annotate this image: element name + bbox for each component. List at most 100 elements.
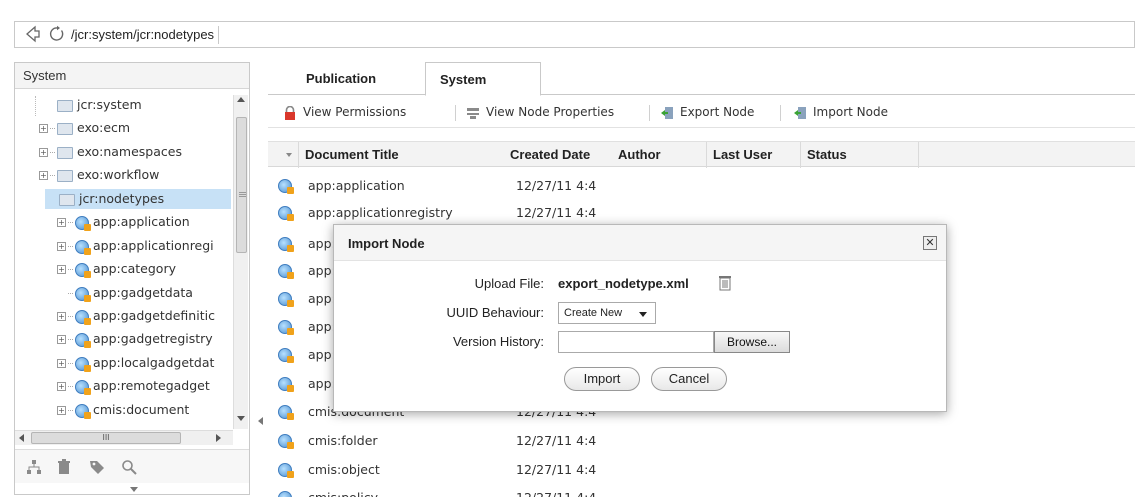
tree-node[interactable]: + app:gadgetregistry bbox=[57, 329, 213, 349]
nodetype-icon bbox=[278, 179, 294, 194]
upload-file-label: Upload File: bbox=[474, 276, 544, 291]
nodetype-icon bbox=[278, 405, 294, 420]
tree-node-selected[interactable]: jcr:nodetypes bbox=[45, 189, 231, 209]
scrollbar-thumb[interactable]: III bbox=[31, 432, 181, 444]
tree-node[interactable]: + app:localgadgetdat bbox=[57, 353, 214, 373]
expand-icon[interactable]: + bbox=[57, 312, 66, 321]
tree-node[interactable]: app:gadgetdata bbox=[57, 283, 193, 303]
uuid-behaviour-select[interactable]: Create New bbox=[558, 302, 656, 324]
sidebar-title: System bbox=[15, 63, 249, 89]
expand-icon[interactable]: + bbox=[39, 148, 48, 157]
nodetype-icon bbox=[278, 491, 292, 497]
address-bar: /jcr:system/jcr:nodetypes bbox=[14, 21, 1135, 48]
close-icon[interactable]: ✕ bbox=[923, 236, 937, 250]
folder-icon bbox=[57, 169, 73, 182]
sitemap-icon[interactable] bbox=[26, 459, 42, 475]
view-permissions-button[interactable]: View Permissions bbox=[283, 103, 406, 121]
upload-file-row: Upload File: export_nodetype.xml bbox=[334, 273, 948, 295]
nodetype-icon bbox=[75, 332, 91, 348]
address-path[interactable]: /jcr:system/jcr:nodetypes bbox=[71, 26, 220, 44]
tree-horizontal-scrollbar[interactable]: III bbox=[15, 430, 233, 445]
scroll-right-icon[interactable] bbox=[216, 434, 221, 442]
collapse-toolbar-icon[interactable] bbox=[130, 487, 138, 492]
tree-node[interactable]: + exo:namespaces bbox=[39, 142, 182, 162]
tree-node[interactable]: + app:category bbox=[57, 259, 176, 279]
scrollbar-thumb[interactable] bbox=[236, 117, 247, 253]
expand-icon[interactable]: + bbox=[57, 218, 66, 227]
tree-node[interactable]: + exo:ecm bbox=[39, 118, 130, 138]
sort-icon[interactable] bbox=[286, 153, 292, 157]
tree-node[interactable]: + app:remotegadget bbox=[57, 376, 210, 396]
collapse-sidebar-icon[interactable] bbox=[258, 417, 263, 425]
expand-icon[interactable]: + bbox=[57, 406, 66, 415]
nodetype-icon bbox=[278, 292, 294, 307]
table-row[interactable]: cmis:folder 12/27/11 4:4 bbox=[268, 429, 1135, 453]
column-header-last-user[interactable]: Last User bbox=[706, 142, 800, 168]
tree-node[interactable]: + app:applicationregi bbox=[57, 236, 214, 256]
tree-node[interactable]: + app:gadgetdefinitic bbox=[57, 306, 215, 326]
tree-node[interactable]: + app:application bbox=[57, 212, 190, 232]
table-row[interactable]: cmis:policy12/27/11 4:4 bbox=[268, 486, 1135, 497]
tag-icon[interactable] bbox=[89, 459, 105, 475]
nodetype-icon bbox=[278, 463, 294, 478]
action-label: View Node Properties bbox=[486, 105, 615, 119]
grid-header: Document Title Created Date Author Last … bbox=[268, 141, 1135, 168]
column-header-status[interactable]: Status bbox=[800, 142, 918, 168]
sidebar: System jcr:system + exo:ecm + exo:namespac… bbox=[14, 62, 250, 495]
search-icon[interactable] bbox=[121, 459, 137, 475]
expand-icon[interactable]: + bbox=[39, 124, 48, 133]
import-icon bbox=[794, 106, 806, 119]
version-history-input[interactable] bbox=[558, 331, 714, 353]
version-history-row: Version History: Browse... bbox=[334, 331, 948, 353]
scroll-down-icon[interactable] bbox=[237, 416, 245, 421]
column-header-created[interactable]: Created Date bbox=[504, 142, 612, 168]
tree-node-label: app:gadgetdata bbox=[93, 285, 193, 300]
column-header-title[interactable]: Document Title bbox=[298, 142, 504, 168]
refresh-icon[interactable] bbox=[48, 25, 66, 43]
tree-node-label: app:category bbox=[93, 261, 176, 276]
back-arrow-icon[interactable] bbox=[23, 25, 41, 43]
column-header-author[interactable]: Author bbox=[612, 142, 706, 168]
expand-icon[interactable]: + bbox=[39, 171, 48, 180]
tab-publication[interactable]: Publication bbox=[292, 62, 390, 95]
export-node-button[interactable]: Export Node bbox=[660, 103, 754, 121]
expand-icon[interactable]: + bbox=[57, 335, 66, 344]
scroll-up-icon[interactable] bbox=[237, 97, 245, 102]
tree-node-label: exo:workflow bbox=[77, 167, 160, 182]
tree-node[interactable]: + cmis:document bbox=[57, 400, 189, 420]
properties-icon bbox=[467, 107, 479, 119]
tree-node[interactable]: + exo:workflow bbox=[39, 165, 159, 185]
browse-button[interactable]: Browse... bbox=[714, 331, 790, 353]
table-row[interactable]: app:application 12/27/11 4:4 bbox=[268, 174, 1135, 198]
tree-node[interactable]: jcr:system bbox=[15, 95, 231, 116]
tab-system[interactable]: System bbox=[425, 62, 541, 96]
sidebar-toolbar bbox=[15, 449, 249, 483]
expand-icon[interactable]: + bbox=[57, 242, 66, 251]
tree-node-label: jcr:system bbox=[76, 97, 142, 112]
uuid-label: UUID Behaviour: bbox=[446, 305, 544, 320]
scroll-left-icon[interactable] bbox=[19, 434, 24, 442]
trash-icon[interactable] bbox=[56, 459, 72, 475]
lock-icon bbox=[285, 105, 295, 120]
cancel-button[interactable]: Cancel bbox=[651, 367, 727, 391]
tree-node-label: exo:ecm bbox=[77, 120, 131, 135]
tree-vertical-scrollbar[interactable] bbox=[233, 95, 248, 429]
dialog-title: Import Node bbox=[334, 225, 946, 261]
tree-node-label: app:remotegadget bbox=[93, 378, 210, 393]
table-row[interactable]: cmis:object 12/27/11 4:4 bbox=[268, 458, 1135, 482]
nodetype-icon bbox=[278, 264, 294, 279]
action-bar: View Permissions View Node Properties Ex… bbox=[268, 96, 1135, 128]
nodetype-icon bbox=[278, 377, 294, 392]
import-node-button[interactable]: Import Node bbox=[793, 103, 888, 121]
import-button[interactable]: Import bbox=[564, 367, 640, 391]
view-node-properties-button[interactable]: View Node Properties bbox=[466, 103, 614, 121]
expand-icon[interactable]: + bbox=[57, 382, 66, 391]
tree-view: jcr:system + exo:ecm + exo:namespaces + exo… bbox=[15, 95, 233, 429]
nodetype-icon bbox=[278, 237, 294, 252]
table-row[interactable]: app:applicationregistry 12/27/11 4:4 bbox=[268, 201, 1135, 225]
tree-node-label: app:localgadgetdat bbox=[93, 355, 215, 370]
nodetype-icon bbox=[75, 215, 91, 231]
expand-icon[interactable]: + bbox=[57, 359, 66, 368]
expand-icon[interactable]: + bbox=[57, 265, 66, 274]
trash-icon[interactable] bbox=[719, 275, 731, 291]
